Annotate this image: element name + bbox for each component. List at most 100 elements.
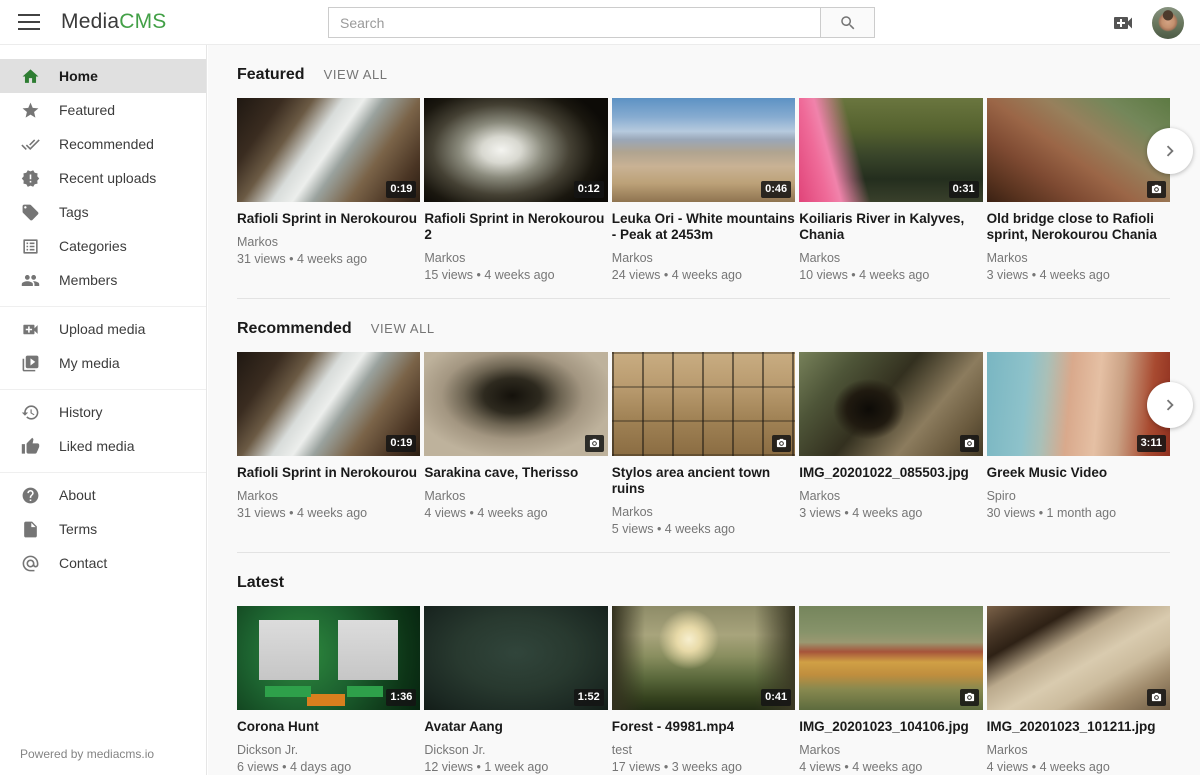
sidebar-item-tags[interactable]: Tags bbox=[0, 195, 206, 229]
media-card[interactable]: 0:19 Rafioli Sprint in Nerokourou Markos… bbox=[237, 352, 420, 536]
media-thumbnail[interactable] bbox=[799, 606, 982, 710]
search-button[interactable] bbox=[820, 7, 875, 38]
header-actions bbox=[1111, 0, 1184, 45]
media-author[interactable]: Markos bbox=[424, 489, 607, 503]
view-all-link[interactable]: VIEW ALL bbox=[324, 67, 388, 82]
duration-badge: 0:19 bbox=[386, 435, 416, 452]
media-thumbnail[interactable]: 0:46 bbox=[612, 98, 795, 202]
media-author[interactable]: Markos bbox=[237, 235, 420, 249]
media-card[interactable]: 0:31 Koiliaris River in Kalyves, Chania … bbox=[799, 98, 982, 282]
sidebar-item-home[interactable]: Home bbox=[0, 59, 206, 93]
media-title[interactable]: IMG_20201023_104106.jpg bbox=[799, 719, 982, 735]
media-card[interactable]: 0:12 Rafioli Sprint in Nerokourou 2 Mark… bbox=[424, 98, 607, 282]
media-title[interactable]: IMG_20201022_085503.jpg bbox=[799, 465, 982, 481]
media-author[interactable]: Spiro bbox=[987, 489, 1170, 503]
media-card[interactable]: 0:46 Leuka Ori - White mountains - Peak … bbox=[612, 98, 795, 282]
media-thumbnail[interactable] bbox=[987, 98, 1170, 202]
media-thumbnail[interactable]: 1:52 bbox=[424, 606, 607, 710]
sidebar-item-liked-media[interactable]: Liked media bbox=[0, 429, 206, 463]
media-author[interactable]: Markos bbox=[612, 251, 795, 265]
sidebar-item-terms[interactable]: Terms bbox=[0, 512, 206, 546]
media-author[interactable]: Markos bbox=[612, 505, 795, 519]
media-thumbnail[interactable]: 0:41 bbox=[612, 606, 795, 710]
carousel-next-button[interactable] bbox=[1147, 382, 1193, 428]
media-card-row: 1:36 Corona Hunt Dickson Jr. 6 views • 4… bbox=[237, 606, 1170, 774]
media-card[interactable]: Old bridge close to Rafioli sprint, Nero… bbox=[987, 98, 1170, 282]
media-thumbnail[interactable]: 3:11 bbox=[987, 352, 1170, 456]
media-thumbnail[interactable] bbox=[424, 352, 607, 456]
sidebar-item-label: Members bbox=[59, 272, 117, 288]
logo[interactable]: MediaCMS bbox=[61, 10, 166, 34]
media-title[interactable]: Corona Hunt bbox=[237, 719, 420, 735]
media-thumbnail[interactable]: 1:36 bbox=[237, 606, 420, 710]
media-title[interactable]: Forest - 49981.mp4 bbox=[612, 719, 795, 735]
media-title[interactable]: Leuka Ori - White mountains - Peak at 24… bbox=[612, 211, 795, 243]
media-card[interactable]: IMG_20201023_101211.jpg Markos 4 views •… bbox=[987, 606, 1170, 774]
duration-badge: 1:52 bbox=[574, 689, 604, 706]
media-author[interactable]: Markos bbox=[987, 251, 1170, 265]
media-author[interactable]: Dickson Jr. bbox=[424, 743, 607, 757]
sidebar-item-label: Terms bbox=[59, 521, 97, 537]
sidebar-item-recent-uploads[interactable]: Recent uploads bbox=[0, 161, 206, 195]
media-thumbnail[interactable]: 0:19 bbox=[237, 352, 420, 456]
media-thumbnail[interactable]: 0:19 bbox=[237, 98, 420, 202]
media-title[interactable]: Koiliaris River in Kalyves, Chania bbox=[799, 211, 982, 243]
media-card[interactable]: IMG_20201023_104106.jpg Markos 4 views •… bbox=[799, 606, 982, 774]
media-title[interactable]: Stylos area ancient town ruins bbox=[612, 465, 795, 497]
view-all-link[interactable]: VIEW ALL bbox=[371, 321, 435, 336]
upload-media-button[interactable] bbox=[1111, 11, 1135, 35]
media-title[interactable]: Avatar Aang bbox=[424, 719, 607, 735]
user-avatar[interactable] bbox=[1152, 7, 1184, 39]
media-thumbnail[interactable] bbox=[612, 352, 795, 456]
sidebar-item-members[interactable]: Members bbox=[0, 263, 206, 297]
media-card[interactable]: 3:11 Greek Music Video Spiro 30 views • … bbox=[987, 352, 1170, 536]
media-author[interactable]: Markos bbox=[799, 743, 982, 757]
media-thumbnail[interactable] bbox=[799, 352, 982, 456]
media-title[interactable]: Rafioli Sprint in Nerokourou bbox=[237, 211, 420, 227]
media-author[interactable]: Markos bbox=[424, 251, 607, 265]
media-card[interactable]: Stylos area ancient town ruins Markos 5 … bbox=[612, 352, 795, 536]
sidebar-item-featured[interactable]: Featured bbox=[0, 93, 206, 127]
media-author[interactable]: Markos bbox=[987, 743, 1170, 757]
media-meta: 24 views • 4 weeks ago bbox=[612, 268, 795, 282]
media-author[interactable]: Markos bbox=[799, 489, 982, 503]
chevron-right-icon bbox=[1159, 140, 1181, 162]
section-title: Recommended bbox=[237, 320, 352, 338]
media-thumbnail[interactable] bbox=[987, 606, 1170, 710]
carousel-next-button[interactable] bbox=[1147, 128, 1193, 174]
sidebar-item-label: Recommended bbox=[59, 136, 154, 152]
media-author[interactable]: Dickson Jr. bbox=[237, 743, 420, 757]
media-author[interactable]: Markos bbox=[237, 489, 420, 503]
menu-button[interactable] bbox=[18, 14, 40, 30]
sidebar-item-about[interactable]: About bbox=[0, 478, 206, 512]
media-author[interactable]: Markos bbox=[799, 251, 982, 265]
sidebar-item-history[interactable]: History bbox=[0, 395, 206, 429]
media-card[interactable]: IMG_20201022_085503.jpg Markos 3 views •… bbox=[799, 352, 982, 536]
media-meta: 10 views • 4 weeks ago bbox=[799, 268, 982, 282]
media-thumbnail[interactable]: 0:31 bbox=[799, 98, 982, 202]
media-title[interactable]: Greek Music Video bbox=[987, 465, 1170, 481]
media-card[interactable]: 1:36 Corona Hunt Dickson Jr. 6 views • 4… bbox=[237, 606, 420, 774]
media-card[interactable]: 0:41 Forest - 49981.mp4 test 17 views • … bbox=[612, 606, 795, 774]
duration-badge: 3:11 bbox=[1137, 435, 1166, 452]
search-input[interactable] bbox=[328, 7, 821, 38]
sidebar-item-upload-media[interactable]: Upload media bbox=[0, 312, 206, 346]
media-title[interactable]: Rafioli Sprint in Nerokourou 2 bbox=[424, 211, 607, 243]
media-card[interactable]: Sarakina cave, Therisso Markos 4 views •… bbox=[424, 352, 607, 536]
sidebar-item-recommended[interactable]: Recommended bbox=[0, 127, 206, 161]
media-title[interactable]: Old bridge close to Rafioli sprint, Nero… bbox=[987, 211, 1170, 243]
logo-text-cms: CMS bbox=[119, 10, 166, 33]
media-title[interactable]: IMG_20201023_101211.jpg bbox=[987, 719, 1170, 735]
media-thumbnail[interactable]: 0:12 bbox=[424, 98, 607, 202]
media-author[interactable]: test bbox=[612, 743, 795, 757]
sidebar-item-my-media[interactable]: My media bbox=[0, 346, 206, 380]
media-card[interactable]: 1:52 Avatar Aang Dickson Jr. 12 views • … bbox=[424, 606, 607, 774]
media-title[interactable]: Rafioli Sprint in Nerokourou bbox=[237, 465, 420, 481]
sidebar-item-label: My media bbox=[59, 355, 120, 371]
media-title[interactable]: Sarakina cave, Therisso bbox=[424, 465, 607, 481]
media-meta: 30 views • 1 month ago bbox=[987, 506, 1170, 520]
sidebar-item-categories[interactable]: Categories bbox=[0, 229, 206, 263]
media-card[interactable]: 0:19 Rafioli Sprint in Nerokourou Markos… bbox=[237, 98, 420, 282]
photo-badge bbox=[585, 435, 604, 452]
sidebar-item-contact[interactable]: Contact bbox=[0, 546, 206, 580]
